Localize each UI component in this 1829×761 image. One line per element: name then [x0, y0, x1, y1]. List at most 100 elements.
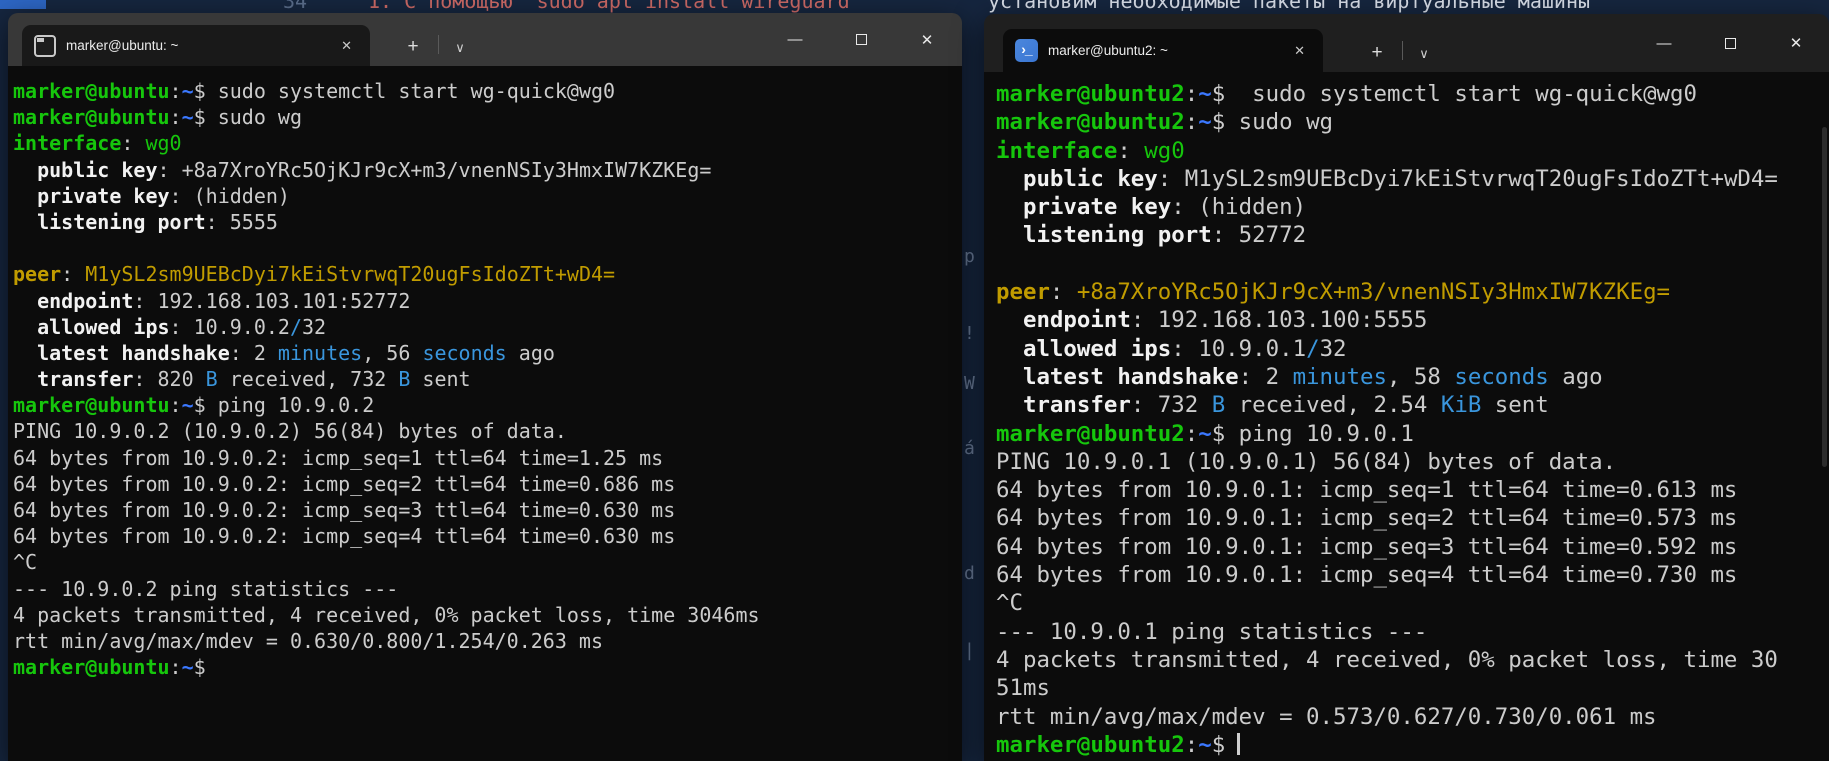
terminal-line: marker@ubuntu2:~$ sudo wg	[996, 108, 1821, 136]
terminal-text-segment: /	[1306, 336, 1319, 362]
terminal-line: listening port: 5555	[13, 209, 956, 235]
terminal-text-segment: interface	[13, 131, 121, 155]
terminal-text-segment: endpoint	[1023, 307, 1131, 333]
terminal-text-segment: private key	[37, 184, 169, 208]
terminal-text-segment: marker@ubuntu	[13, 79, 170, 103]
terminal-line: 64 bytes from 10.9.0.2: icmp_seq=4 ttl=6…	[13, 523, 956, 549]
terminal-line: PING 10.9.0.2 (10.9.0.2) 56(84) bytes of…	[13, 418, 956, 444]
terminal-line: marker@ubuntu:~$	[13, 654, 956, 680]
terminal-text-segment: :	[170, 393, 182, 417]
terminal-text-segment: 64 bytes from 10.9.0.1: icmp_seq=4 ttl=6…	[996, 562, 1737, 588]
terminal-text-segment	[13, 210, 37, 234]
terminal-text-segment: PING 10.9.0.2 (10.9.0.2) 56(84) bytes of…	[13, 419, 567, 443]
terminal-text-segment: 64 bytes from 10.9.0.1: icmp_seq=1 ttl=6…	[996, 477, 1737, 503]
terminal-text-segment: : 10.9.0.2	[170, 315, 290, 339]
terminal-text-segment: peer	[996, 279, 1050, 305]
terminal-text-segment: marker@ubuntu	[13, 655, 170, 679]
terminal-text-segment: :	[170, 105, 182, 129]
close-button[interactable]: ✕	[1763, 14, 1829, 72]
terminal-text-segment: rtt min/avg/max/mdev = 0.573/0.627/0.730…	[996, 704, 1657, 730]
terminal-text-segment: , 56	[362, 341, 422, 365]
new-tab-button[interactable]: +	[1364, 42, 1390, 64]
maximize-button[interactable]	[828, 13, 894, 66]
terminal-text-segment: ~	[1198, 732, 1211, 758]
terminal-line: marker@ubuntu:~$ ping 10.9.0.2	[13, 392, 956, 418]
terminal-text-segment: ago	[507, 341, 555, 365]
terminal-text-segment: :	[1050, 279, 1077, 305]
terminal-line: public key: M1ySL2sm9UEBcDyi7kEiStvrwqT2…	[996, 165, 1821, 193]
terminal-text-segment: listening port	[37, 210, 206, 234]
close-button[interactable]: ✕	[894, 13, 960, 66]
terminal-text-segment: marker@ubuntu	[13, 393, 170, 417]
terminal-line: 64 bytes from 10.9.0.2: icmp_seq=2 ttl=6…	[13, 471, 956, 497]
terminal-line: endpoint: 192.168.103.100:5555	[996, 306, 1821, 334]
terminal-output-ubuntu2[interactable]: marker@ubuntu2:~$ sudo systemctl start w…	[984, 72, 1829, 761]
powershell-icon	[1015, 39, 1038, 62]
editor-plain-text: установим необходимые пакеты на виртуаль…	[988, 0, 1590, 13]
terminal-line: 64 bytes from 10.9.0.2: icmp_seq=3 ttl=6…	[13, 497, 956, 523]
terminal-text-segment: marker@ubuntu	[13, 105, 170, 129]
terminal-text-segment: --- 10.9.0.1 ping statistics ---	[996, 619, 1427, 645]
terminal-text-segment: ^C	[996, 590, 1023, 616]
chevron-down-icon[interactable]: ∨	[448, 40, 472, 56]
terminal-line: 4 packets transmitted, 4 received, 0% pa…	[996, 646, 1821, 674]
terminal-text-segment: seconds	[1454, 364, 1548, 390]
terminal-line: latest handshake: 2 minutes, 58 seconds …	[996, 363, 1821, 391]
maximize-button[interactable]	[1697, 14, 1763, 72]
terminal-text-segment: sent	[1481, 392, 1548, 418]
terminal-text-segment: ~	[182, 393, 194, 417]
terminal-text-segment: rtt min/avg/max/mdev = 0.630/0.800/1.254…	[13, 629, 603, 653]
terminal-line: peer: M1ySL2sm9UEBcDyi7kEiStvrwqT20ugFsI…	[13, 261, 956, 287]
terminal-output-ubuntu[interactable]: marker@ubuntu:~$ sudo systemctl start wg…	[8, 66, 962, 761]
new-tab-button[interactable]: +	[400, 36, 426, 58]
terminal-line: 64 bytes from 10.9.0.1: icmp_seq=4 ttl=6…	[996, 561, 1821, 589]
terminal-text-segment: :	[61, 262, 85, 286]
terminal-text-segment: ~	[182, 79, 194, 103]
terminal-text-segment: ~	[1198, 109, 1211, 135]
terminal-text-segment	[996, 166, 1023, 192]
terminal-line: rtt min/avg/max/mdev = 0.630/0.800/1.254…	[13, 628, 956, 654]
terminal-line: listening port: 52772	[996, 221, 1821, 249]
terminal-text-segment: public key	[37, 158, 157, 182]
tab-marker-ubuntu[interactable]: marker@ubuntu: ~ ✕	[22, 25, 370, 66]
terminal-line: ^C	[996, 589, 1821, 617]
terminal-text-segment: 32	[1320, 336, 1347, 362]
chevron-down-icon[interactable]: ∨	[1412, 46, 1436, 62]
minimize-button[interactable]: —	[1631, 14, 1697, 72]
terminal-line: endpoint: 192.168.103.101:52772	[13, 288, 956, 314]
terminal-text-segment: $ sudo systemctl start wg-quick@wg0	[1212, 81, 1697, 107]
terminal-text-segment: received, 2.54	[1225, 392, 1441, 418]
maximize-icon	[856, 34, 867, 45]
terminal-line: 64 bytes from 10.9.0.2: icmp_seq=1 ttl=6…	[13, 445, 956, 471]
terminal-text-segment	[13, 341, 37, 365]
terminal-line: marker@ubuntu:~$ sudo wg	[13, 104, 956, 130]
terminal-line: ^C	[13, 549, 956, 575]
terminal-text-segment: 64 bytes from 10.9.0.1: icmp_seq=3 ttl=6…	[996, 534, 1737, 560]
tab-close-icon[interactable]: ✕	[335, 36, 358, 56]
terminal-line: 64 bytes from 10.9.0.1: icmp_seq=2 ttl=6…	[996, 504, 1821, 532]
terminal-text-segment: 4 packets transmitted, 4 received, 0% pa…	[996, 647, 1778, 673]
background-gap-strip: p!Wád|	[962, 13, 984, 761]
terminal-text-segment: 32	[302, 315, 326, 339]
terminal-text-segment: marker@ubuntu2	[996, 421, 1185, 447]
terminal-text-segment: 64 bytes from 10.9.0.2: icmp_seq=4 ttl=6…	[13, 524, 675, 548]
terminal-text-segment: ago	[1549, 364, 1603, 390]
terminal-text-segment: 51ms	[996, 675, 1050, 701]
tab-marker-ubuntu2[interactable]: marker@ubuntu2: ~ ✕	[1003, 29, 1323, 72]
terminal-text-segment: marker@ubuntu2	[996, 109, 1185, 135]
terminal-text-segment: ~	[182, 655, 194, 679]
terminal-text-segment	[13, 315, 37, 339]
terminal-text-segment: : 820	[133, 367, 205, 391]
tab-close-icon[interactable]: ✕	[1288, 41, 1311, 61]
terminal-line: marker@ubuntu2:~$ ping 10.9.0.1	[996, 420, 1821, 448]
terminal-text-segment: PING 10.9.0.1 (10.9.0.1) 56(84) bytes of…	[996, 449, 1616, 475]
terminal-text-segment: :	[1185, 81, 1198, 107]
terminal-line: marker@ubuntu:~$ sudo systemctl start wg…	[13, 78, 956, 104]
scrollbar-thumb[interactable]	[1822, 127, 1827, 467]
terminal-line: rtt min/avg/max/mdev = 0.573/0.627/0.730…	[996, 703, 1821, 731]
terminal-text-segment: 64 bytes from 10.9.0.2: icmp_seq=3 ttl=6…	[13, 498, 675, 522]
terminal-text-segment: : 5555	[206, 210, 278, 234]
terminal-line: transfer: 820 B received, 732 B sent	[13, 366, 956, 392]
terminal-text-segment: minutes	[278, 341, 362, 365]
minimize-button[interactable]: —	[762, 13, 828, 66]
